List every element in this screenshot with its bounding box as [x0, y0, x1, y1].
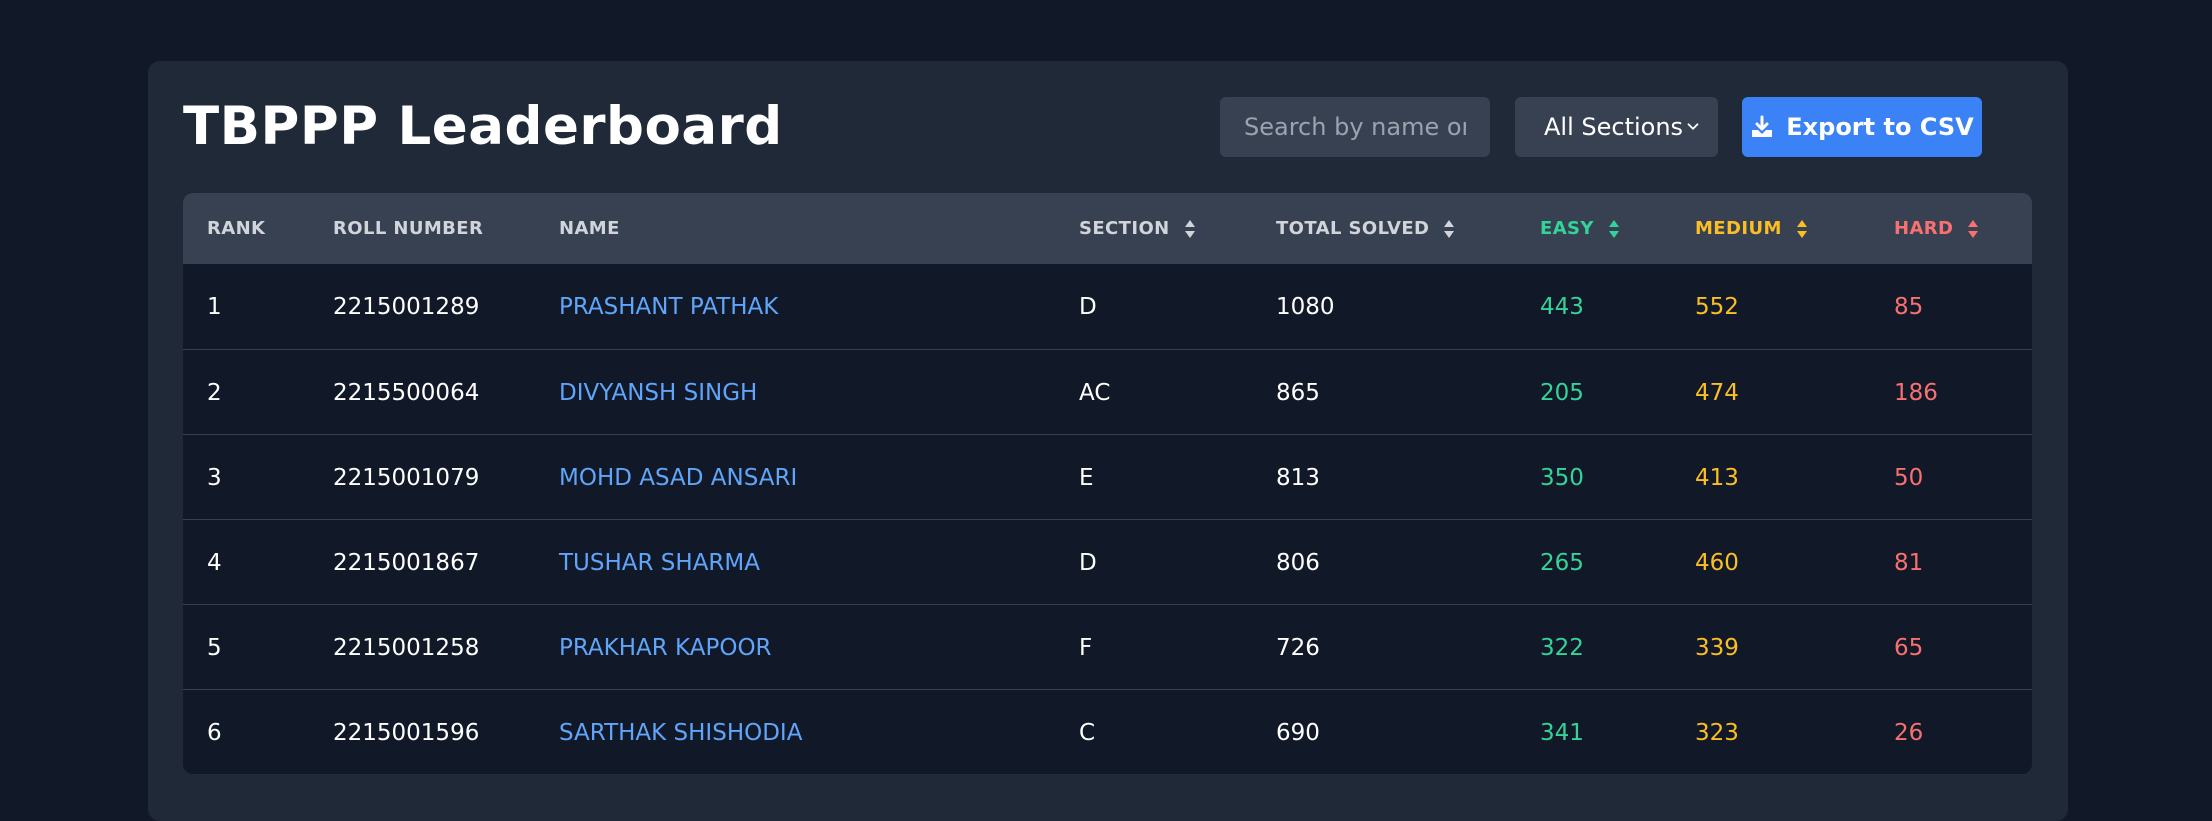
leaderboard-table: RANK ROLL NUMBER NAME SECTION TOTAL SOLV… [183, 193, 2032, 774]
table-row: 5 2215001258 PRAKHAR KAPOOR F 726 322 33… [183, 604, 2032, 689]
easy-cell: 322 [1540, 634, 1584, 661]
table-header: RANK ROLL NUMBER NAME SECTION TOTAL SOLV… [183, 193, 2032, 264]
header-hard[interactable]: HARD [1894, 193, 1979, 264]
student-name-link[interactable]: PRASHANT PATHAK [559, 264, 778, 349]
roll-number-cell: 2215001596 [333, 719, 480, 746]
section-cell: C [1079, 719, 1096, 746]
hard-cell: 50 [1894, 464, 1924, 491]
rank-cell: 5 [207, 634, 222, 661]
medium-cell: 552 [1695, 293, 1739, 320]
header-medium-label: MEDIUM [1695, 218, 1782, 239]
rank-cell: 3 [207, 464, 222, 491]
download-icon [1752, 115, 1773, 137]
rank-cell: 4 [207, 549, 222, 576]
rank-cell: 6 [207, 719, 222, 746]
search-input[interactable] [1220, 97, 1490, 157]
sort-icon[interactable] [1443, 219, 1455, 239]
hard-cell: 65 [1894, 634, 1924, 661]
table-row: 2 2215500064 DIVYANSH SINGH AC 865 205 4… [183, 349, 2032, 434]
student-name-link[interactable]: SARTHAK SHISHODIA [559, 690, 802, 774]
roll-number-cell: 2215001258 [333, 634, 480, 661]
total-solved-cell: 865 [1276, 379, 1320, 406]
total-solved-cell: 1080 [1276, 293, 1335, 320]
easy-cell: 265 [1540, 549, 1584, 576]
section-cell: D [1079, 549, 1097, 576]
roll-number-cell: 2215001867 [333, 549, 480, 576]
section-cell: F [1079, 634, 1093, 661]
medium-cell: 339 [1695, 634, 1739, 661]
student-name-link[interactable]: PRAKHAR KAPOOR [559, 605, 772, 690]
sort-icon[interactable] [1608, 219, 1620, 239]
header-name: NAME [559, 193, 620, 264]
header-section-label: SECTION [1079, 218, 1170, 239]
sort-icon[interactable] [1796, 219, 1808, 239]
section-select[interactable]: All Sections [1515, 97, 1718, 157]
medium-cell: 323 [1695, 719, 1739, 746]
easy-cell: 443 [1540, 293, 1584, 320]
student-name-link[interactable]: DIVYANSH SINGH [559, 350, 757, 435]
header-hard-label: HARD [1894, 218, 1954, 239]
sort-icon[interactable] [1184, 219, 1196, 239]
total-solved-cell: 813 [1276, 464, 1320, 491]
export-csv-label: Export to CSV [1786, 113, 1974, 141]
header-rank-label: RANK [207, 218, 266, 239]
leaderboard-card: TBPPP Leaderboard All Sections Export to… [148, 61, 2068, 821]
total-solved-cell: 806 [1276, 549, 1320, 576]
hard-cell: 26 [1894, 719, 1924, 746]
section-cell: AC [1079, 379, 1111, 406]
header-roll-number: ROLL NUMBER [333, 193, 483, 264]
hard-cell: 85 [1894, 293, 1924, 320]
header-easy[interactable]: EASY [1540, 193, 1620, 264]
total-solved-cell: 690 [1276, 719, 1320, 746]
section-cell: E [1079, 464, 1094, 491]
total-solved-cell: 726 [1276, 634, 1320, 661]
rank-cell: 2 [207, 379, 222, 406]
table-body: 1 2215001289 PRASHANT PATHAK D 1080 443 … [183, 264, 2032, 774]
roll-number-cell: 2215500064 [333, 379, 480, 406]
hard-cell: 186 [1894, 379, 1938, 406]
section-select-value: All Sections [1544, 113, 1684, 141]
header-rank: RANK [207, 193, 265, 264]
medium-cell: 474 [1695, 379, 1739, 406]
header-total-label: TOTAL SOLVED [1276, 218, 1430, 239]
header-easy-label: EASY [1540, 218, 1594, 239]
page-title: TBPPP Leaderboard [183, 96, 783, 157]
medium-cell: 460 [1695, 549, 1739, 576]
hard-cell: 81 [1894, 549, 1924, 576]
header-roll-label: ROLL NUMBER [333, 218, 484, 239]
rank-cell: 1 [207, 293, 222, 320]
header-name-label: NAME [559, 218, 620, 239]
student-name-link[interactable]: MOHD ASAD ANSARI [559, 435, 797, 520]
section-cell: D [1079, 293, 1097, 320]
table-row: 3 2215001079 MOHD ASAD ANSARI E 813 350 … [183, 434, 2032, 519]
table-row: 4 2215001867 TUSHAR SHARMA D 806 265 460… [183, 519, 2032, 604]
student-name-link[interactable]: TUSHAR SHARMA [559, 520, 760, 605]
table-row: 1 2215001289 PRASHANT PATHAK D 1080 443 … [183, 264, 2032, 349]
easy-cell: 350 [1540, 464, 1584, 491]
sort-icon[interactable] [1967, 219, 1979, 239]
chevron-down-icon [1687, 123, 1699, 130]
medium-cell: 413 [1695, 464, 1739, 491]
header-total-solved[interactable]: TOTAL SOLVED [1276, 193, 1455, 264]
header-section[interactable]: SECTION [1079, 193, 1196, 264]
header-medium[interactable]: MEDIUM [1695, 193, 1808, 264]
easy-cell: 341 [1540, 719, 1584, 746]
roll-number-cell: 2215001289 [333, 293, 480, 320]
export-csv-button[interactable]: Export to CSV [1742, 97, 1982, 157]
roll-number-cell: 2215001079 [333, 464, 480, 491]
table-row: 6 2215001596 SARTHAK SHISHODIA C 690 341… [183, 689, 2032, 774]
easy-cell: 205 [1540, 379, 1584, 406]
